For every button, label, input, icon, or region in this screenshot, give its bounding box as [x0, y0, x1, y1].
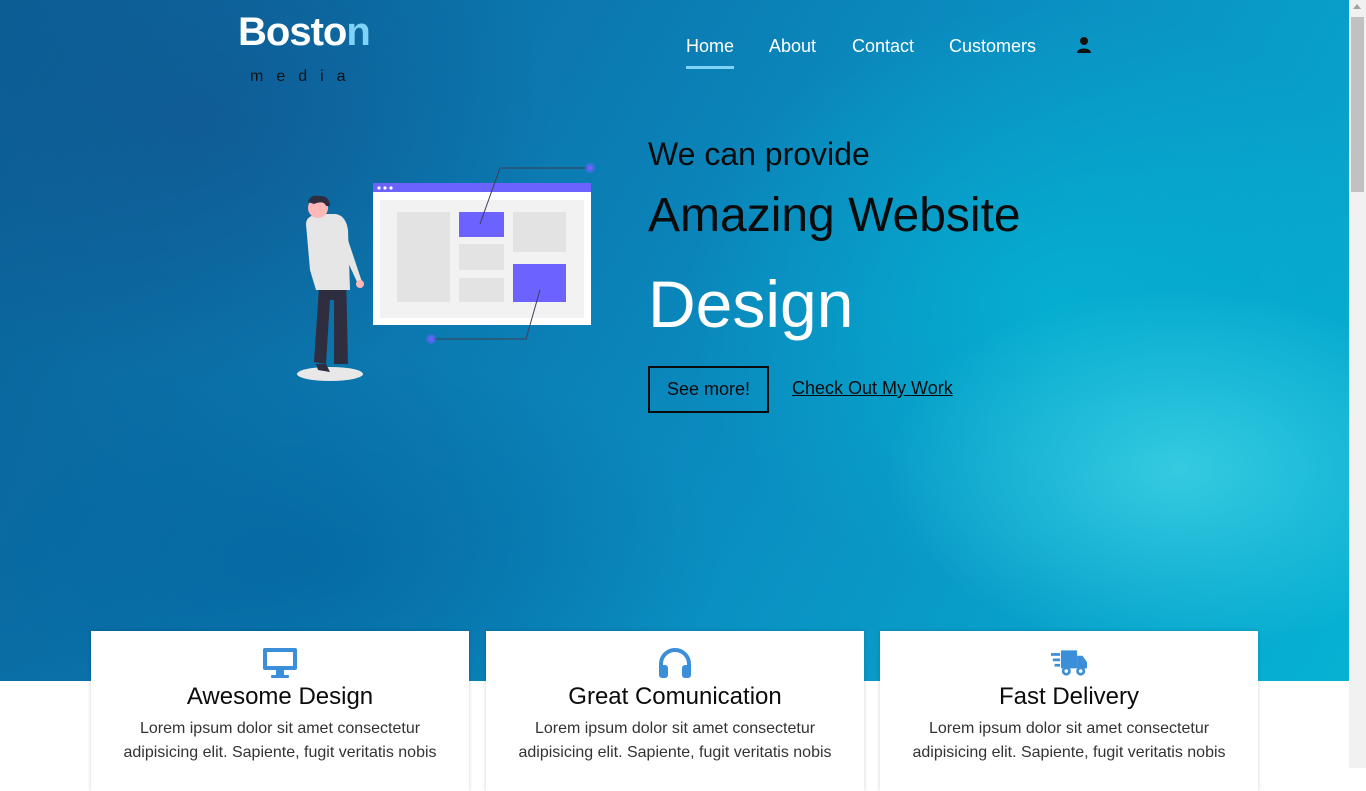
nav-about[interactable]: About	[769, 34, 816, 58]
feature-text: Lorem ipsum dolor sit amet consectetur a…	[912, 720, 1226, 761]
feature-title: Fast Delivery	[998, 683, 1140, 710]
page-scrollbar[interactable]	[1349, 0, 1366, 768]
hero-tagline-small: We can provide	[648, 136, 870, 172]
check-out-work-link[interactable]: Check Out My Work	[792, 378, 953, 399]
feature-title: Awesome Design	[186, 683, 374, 710]
web-design-illustration	[297, 163, 595, 381]
scroll-thumb[interactable]	[1351, 17, 1364, 192]
feature-title: Great Comunication	[568, 683, 782, 710]
nav-contact[interactable]: Contact	[852, 34, 914, 58]
scroll-up-arrow-icon[interactable]	[1353, 4, 1361, 9]
user-icon[interactable]	[1075, 36, 1093, 54]
hero-tagline-large: Design	[648, 267, 854, 341]
hero-tagline-medium: Amazing Website	[648, 189, 1021, 242]
nav-customers[interactable]: Customers	[949, 34, 1036, 58]
feature-card-communication: Great Comunication Lorem ipsum dolor sit…	[486, 631, 864, 791]
see-more-button[interactable]: See more!	[648, 366, 769, 413]
headphones-icon	[659, 648, 691, 678]
feature-card-delivery: Fast Delivery Lorem ipsum dolor sit amet…	[880, 631, 1258, 791]
brand-name: Boston	[238, 10, 371, 54]
feature-text: Lorem ipsum dolor sit amet consectetur a…	[518, 720, 832, 761]
nav-home[interactable]: Home	[686, 34, 735, 69]
monitor-icon	[263, 648, 297, 678]
hero-background: Boston media Home About Contact Customer…	[0, 0, 1349, 681]
truck-icon	[1051, 650, 1087, 676]
feature-card-design: Awesome Design Lorem ipsum dolor sit ame…	[91, 631, 469, 791]
brand-subtitle: media	[250, 68, 359, 85]
brand-logo[interactable]: Boston media	[238, 10, 398, 85]
feature-text: Lorem ipsum dolor sit amet consectetur a…	[123, 720, 437, 761]
